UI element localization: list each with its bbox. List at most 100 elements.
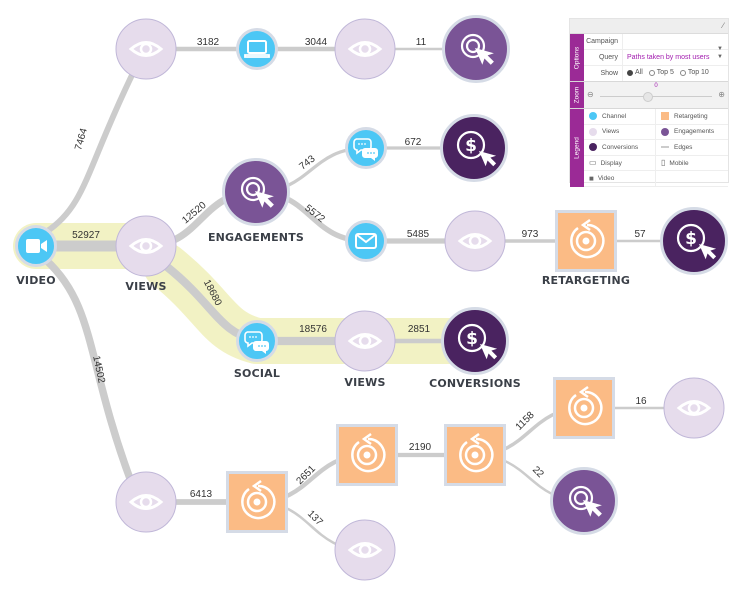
edge-value-label: 137 (305, 508, 325, 528)
node-views-c[interactable] (444, 210, 506, 272)
query-row: Query Paths taken by most users ▼ (584, 50, 728, 66)
edge-value-label: 22 (530, 464, 546, 480)
radio-top-10-label: Top 10 (687, 69, 709, 77)
edge-value-label: 6413 (190, 489, 213, 500)
edge-value-label: 973 (522, 229, 539, 240)
show-row: Show All Top 5 Top 10 (584, 66, 728, 81)
node-engagement-bottom[interactable] (550, 467, 618, 535)
node-label: VIEWS (344, 376, 385, 389)
node-label: RETARGETING (542, 274, 630, 287)
legend-item-video: ■ Video (584, 171, 656, 187)
node-retargeting-2[interactable] (226, 471, 288, 533)
zoom-slider-handle[interactable] (643, 92, 653, 102)
legend-item-conversions: Conversions (584, 140, 656, 156)
node-views-b[interactable] (334, 18, 396, 80)
edge-value-label: 2851 (408, 324, 431, 335)
radio-unchecked-icon (648, 69, 655, 76)
legend-item-channel: Channel (584, 109, 656, 125)
legend-tab-label: Legend (573, 137, 581, 159)
engagements-swatch (661, 127, 669, 136)
edge-value-label: 18576 (299, 324, 327, 335)
pin-icon[interactable]: ∕ (723, 21, 724, 30)
node-label: CONVERSIONS (429, 377, 521, 390)
zoom-tab[interactable]: Zoom (570, 82, 584, 108)
campaign-row: Campaign ▼ (584, 34, 728, 52)
node-conversion-1[interactable]: $ (440, 114, 508, 182)
node-views-d[interactable] (115, 471, 177, 533)
node-video[interactable]: VIDEO (15, 225, 57, 288)
zoom-section: Zoom ⊖ 0 ⊕ (570, 82, 728, 109)
node-retargeting-4[interactable] (444, 424, 506, 486)
node-views-f[interactable] (663, 377, 725, 439)
svg-text:$: $ (685, 229, 697, 249)
node-display-1[interactable] (236, 28, 278, 70)
node-views-a[interactable] (115, 18, 177, 80)
control-panel: ∕ Options Campaign ▼ Query Paths taken b… (569, 18, 729, 187)
legend-label: Engagements (674, 128, 715, 136)
options-tab-label: Options (573, 46, 581, 69)
legend-label: Mobile (669, 159, 689, 167)
node-retargeting-3[interactable] (336, 424, 398, 486)
query-value: Paths taken by most users (627, 54, 710, 61)
radio-top-5[interactable]: Top 5 (648, 65, 674, 80)
edge-value-label: 16 (635, 396, 647, 407)
edge-video-views-a[interactable] (44, 69, 137, 235)
legend-grid: Channel Retargeting Views Engagements Conver… (584, 109, 728, 187)
zoom-slider-track[interactable] (600, 96, 712, 97)
zoom-out-icon[interactable]: ⊖ (587, 90, 594, 99)
legend-label: Edges (674, 143, 693, 151)
radio-unchecked-icon (679, 69, 686, 76)
video-icon: ■ (589, 173, 594, 183)
zoom-in-icon[interactable]: ⊕ (718, 90, 725, 99)
legend-label: Conversions (602, 143, 639, 151)
show-options: All Top 5 Top 10 (623, 65, 728, 82)
edge-value-label: 14502 (90, 355, 107, 385)
display-icon: ▭ (589, 158, 597, 168)
edge-swatch (661, 146, 669, 149)
node-social-main[interactable]: SOCIAL (234, 320, 280, 381)
legend-label: Channel (602, 112, 627, 120)
legend-item-views: Views (584, 124, 656, 141)
edge-value-label: 2190 (409, 442, 432, 453)
node-email-1[interactable] (345, 220, 387, 262)
node-retargeting-5[interactable] (553, 377, 615, 439)
legend-item-display: ▭ Display (584, 155, 656, 172)
node-views-social[interactable]: VIEWS (334, 310, 396, 389)
legend-label: Views (602, 128, 620, 136)
legend-item-mobile: ▯ Mobile (656, 156, 728, 172)
legend-label: Display (600, 159, 622, 167)
radio-all-label: All (635, 69, 643, 77)
conversions-swatch (589, 143, 597, 152)
edge-value-label: 7464 (73, 127, 90, 152)
radio-top-5-label: Top 5 (656, 69, 674, 77)
edge-value-label: 5485 (407, 229, 430, 240)
radio-top-10[interactable]: Top 10 (679, 65, 709, 80)
legend-item-engagements: Engagements (656, 125, 728, 141)
mobile-icon: ▯ (661, 158, 666, 168)
node-label: ENGAGEMENTS (208, 231, 304, 244)
chevron-down-icon: ▼ (717, 54, 723, 60)
zoom-tab-label: Zoom (573, 86, 581, 104)
node-social-1[interactable] (345, 127, 387, 169)
options-tab[interactable]: Options (570, 34, 584, 81)
edge-value-label: 672 (405, 137, 422, 148)
legend-label: Video (597, 175, 615, 183)
node-conversion-2[interactable]: $ (660, 207, 728, 275)
svg-text:$: $ (466, 329, 478, 349)
node-views-e[interactable] (334, 519, 396, 581)
edge-value-label: 52927 (72, 230, 100, 241)
svg-text:$: $ (465, 136, 477, 156)
node-engagement-top[interactable] (442, 15, 510, 83)
node-label: VIEWS (125, 280, 166, 293)
node-label: VIDEO (16, 274, 56, 287)
radio-all[interactable]: All (627, 65, 643, 80)
zoom-value: 0 (654, 83, 658, 89)
edge-value-label: 3044 (305, 37, 328, 48)
edge-value-label: 3182 (197, 37, 220, 48)
query-select[interactable]: Paths taken by most users ▼ (623, 50, 728, 65)
legend-label: Retargeting (674, 112, 708, 120)
edge-video-views-d[interactable] (43, 257, 136, 486)
legend-tab[interactable]: Legend (570, 109, 584, 187)
edge-value-label: 57 (634, 229, 646, 240)
node-retargeting-1[interactable]: RETARGETING (542, 210, 630, 287)
